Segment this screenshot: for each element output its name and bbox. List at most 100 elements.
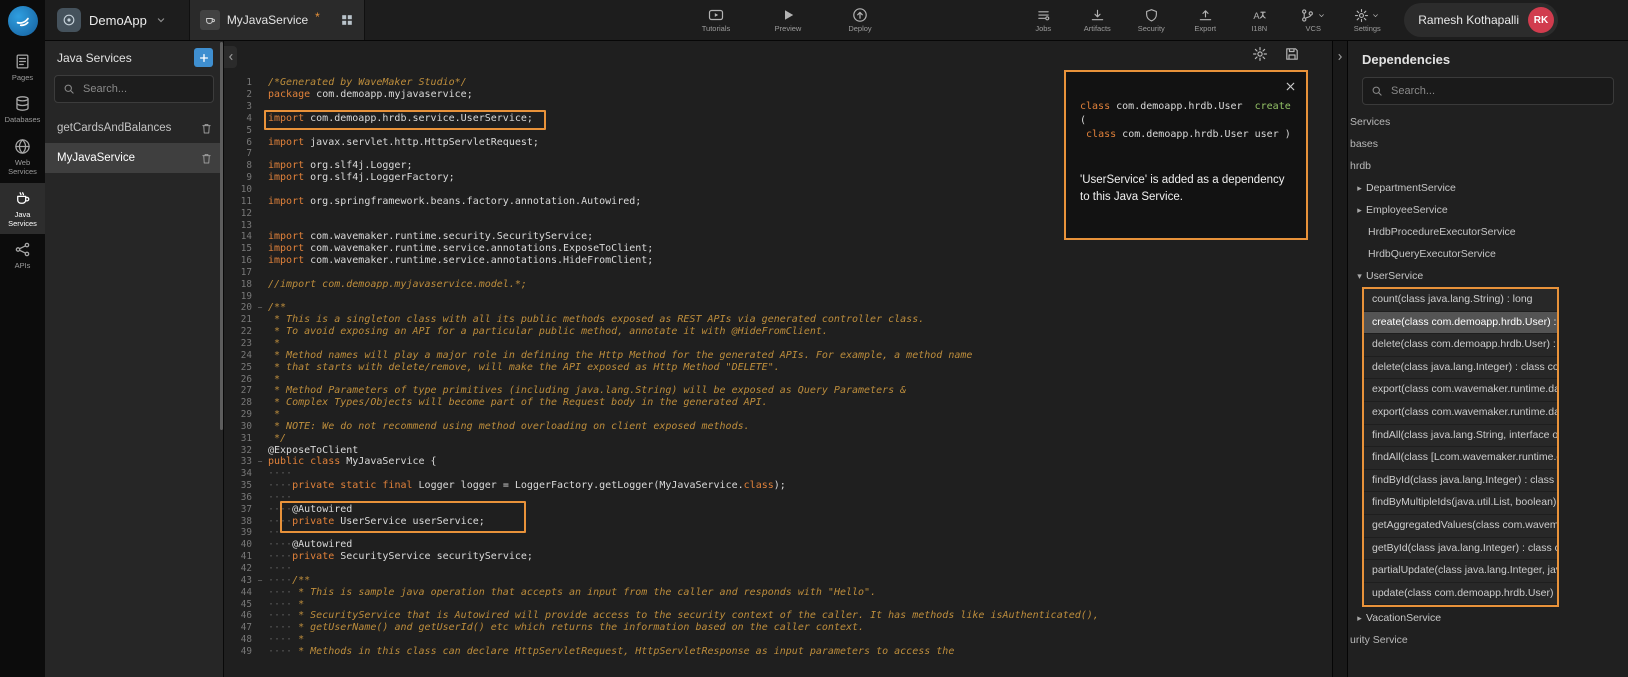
topbar-action-tutorials[interactable]: Tutorials	[693, 7, 739, 33]
add-java-service-button[interactable]	[194, 48, 213, 67]
code-line: 20−/**	[224, 302, 1334, 314]
wavemaker-logo-icon[interactable]	[8, 6, 38, 36]
code-line: 16import com.wavemaker.runtime.service.a…	[224, 255, 1334, 267]
dependency-method[interactable]: findByMultipleIds(java.util.List, boolea…	[1364, 492, 1557, 515]
dependency-item[interactable]: ▸DepartmentService	[1348, 177, 1628, 199]
topbar-action-jobs[interactable]: Jobs	[1020, 8, 1066, 33]
dependency-item[interactable]: Services	[1348, 111, 1628, 133]
line-number: 10	[224, 184, 252, 195]
line-number: 33	[224, 456, 252, 467]
dependency-item[interactable]: HrdbQueryExecutorService	[1348, 243, 1628, 265]
code-line: 47···· * getUserName() and getUserId() e…	[224, 622, 1334, 634]
collapse-right-panel-button[interactable]	[1334, 48, 1346, 66]
dependencies-panel-strip	[1332, 40, 1348, 677]
trash-icon[interactable]	[200, 122, 213, 135]
topbar-action-vcs[interactable]: VCS	[1290, 8, 1336, 33]
service-search-input[interactable]	[81, 82, 205, 96]
close-icon[interactable]	[1284, 80, 1297, 93]
line-number: 21	[224, 314, 252, 325]
line-number: 46	[224, 610, 252, 621]
topbar-action-artifacts[interactable]: Artifacts	[1074, 8, 1120, 33]
dependency-method[interactable]: delete(class com.demoapp.hrdb.User) : vo	[1364, 334, 1557, 357]
dependency-method[interactable]: update(class com.demoapp.hrdb.User) : cl	[1364, 583, 1557, 606]
code-line: 36····	[224, 492, 1334, 504]
chevron-down-icon[interactable]	[155, 14, 167, 26]
code-line: 21 * This is a singleton class with all …	[224, 314, 1334, 326]
line-number: 19	[224, 291, 252, 302]
code-line: 39····	[224, 527, 1334, 539]
dependency-item[interactable]: urity Service	[1348, 629, 1628, 651]
save-icon[interactable]	[1284, 46, 1300, 62]
java-services-panel: Java Services getCardsAndBalancesMyJavaS…	[45, 40, 224, 677]
api-icon	[14, 241, 31, 258]
sidebar-item-pages[interactable]: Pages	[0, 46, 45, 88]
line-number: 9	[224, 172, 252, 183]
topbar-action-label: VCS	[1306, 24, 1321, 33]
fold-marker-icon[interactable]: −	[252, 303, 268, 312]
user-pill[interactable]: Ramesh Kothapalli RK	[1404, 3, 1558, 37]
dependency-item[interactable]: bases	[1348, 133, 1628, 155]
topbar-action-i18n[interactable]: AI18N	[1236, 8, 1282, 33]
line-number: 28	[224, 397, 252, 408]
topbar-action-settings[interactable]: Settings	[1344, 8, 1390, 33]
dependency-method[interactable]: export(class com.wavemaker.runtime.data	[1364, 379, 1557, 402]
topbar-action-label: Tutorials	[702, 24, 730, 33]
fold-marker-icon[interactable]: −	[252, 576, 268, 585]
dependency-method[interactable]: count(class java.lang.String) : long	[1364, 289, 1557, 312]
topbar-action-deploy[interactable]: Deploy	[837, 7, 883, 33]
topbar-action-security[interactable]: Security	[1128, 8, 1174, 33]
chevron-right-icon[interactable]: ▸	[1353, 183, 1366, 194]
unsaved-indicator: *	[315, 10, 320, 24]
dependency-method[interactable]: getById(class java.lang.Integer) : class…	[1364, 538, 1557, 561]
dependency-method[interactable]: getAggregatedValues(class com.wavemak	[1364, 515, 1557, 538]
dependency-item[interactable]: ▸EmployeeService	[1348, 199, 1628, 221]
dependency-method[interactable]: findById(class java.lang.Integer) : clas…	[1364, 470, 1557, 493]
app-selector[interactable]: DemoApp	[57, 8, 167, 32]
dependencies-search-input[interactable]	[1389, 84, 1605, 98]
line-number: 1	[224, 77, 252, 88]
dependency-item-label: VacationService	[1366, 612, 1441, 624]
topbar-action-preview[interactable]: Preview	[765, 7, 811, 33]
sidebar-item-java-services[interactable]: Java Services	[0, 183, 45, 235]
topbar-action-label: Artifacts	[1084, 24, 1111, 33]
tab-myjavaservice[interactable]: MyJavaService *	[200, 10, 334, 30]
collapse-left-panel-button[interactable]	[224, 46, 237, 68]
dependency-method[interactable]: findAll(class java.lang.String, interfac…	[1364, 425, 1557, 448]
sidebar-item-apis[interactable]: APIs	[0, 234, 45, 276]
editor-settings-gear-icon[interactable]	[1252, 46, 1268, 62]
trash-icon[interactable]	[200, 152, 213, 165]
topbar-action-export[interactable]: Export	[1182, 8, 1228, 33]
chevron-right-icon[interactable]: ▸	[1353, 205, 1366, 216]
dependency-method[interactable]: findAll(class [Lcom.wavemaker.runtime.da	[1364, 447, 1557, 470]
line-number: 4	[224, 113, 252, 124]
chevron-right-icon[interactable]: ▸	[1353, 613, 1366, 624]
code-editor[interactable]: 1/*Generated by WaveMaker Studio*/2packa…	[224, 40, 1334, 677]
sidebar-item-web-services[interactable]: Web Services	[0, 131, 45, 183]
dependency-item[interactable]: HrdbProcedureExecutorService	[1348, 221, 1628, 243]
service-item[interactable]: MyJavaService	[45, 143, 223, 173]
line-number: 39	[224, 527, 252, 538]
service-item[interactable]: getCardsAndBalances	[45, 113, 223, 143]
dependency-item[interactable]: ▸VacationService	[1348, 607, 1628, 629]
dependency-item[interactable]: ▾UserService	[1348, 265, 1628, 287]
line-number: 18	[224, 279, 252, 290]
code-line: 18//import com.demoapp.myjavaservice.mod…	[224, 278, 1334, 290]
dependency-item[interactable]: hrdb	[1348, 155, 1628, 177]
svg-text:A: A	[1253, 10, 1260, 20]
dependency-method[interactable]: partialUpdate(class java.lang.Integer, j…	[1364, 560, 1557, 583]
dependency-method[interactable]: create(class com.demoapp.hrdb.User) : cl…	[1364, 312, 1557, 335]
fold-marker-icon[interactable]: −	[252, 457, 268, 466]
sidebar-item-databases[interactable]: Databases	[0, 88, 45, 130]
line-number: 12	[224, 208, 252, 219]
dependency-item-label: UserService	[1366, 270, 1423, 282]
code-line: 29 *	[224, 409, 1334, 421]
panel-scrollbar[interactable]	[220, 42, 223, 430]
dependency-method[interactable]: delete(class java.lang.Integer) : class …	[1364, 357, 1557, 380]
dependency-method[interactable]: export(class com.wavemaker.runtime.data	[1364, 402, 1557, 425]
dependency-item-label: DepartmentService	[1366, 182, 1456, 194]
grid-icon[interactable]	[340, 13, 354, 27]
line-number: 5	[224, 125, 252, 136]
line-number: 40	[224, 539, 252, 550]
chevron-down-icon[interactable]: ▾	[1353, 271, 1366, 282]
java-service-icon	[200, 10, 220, 30]
